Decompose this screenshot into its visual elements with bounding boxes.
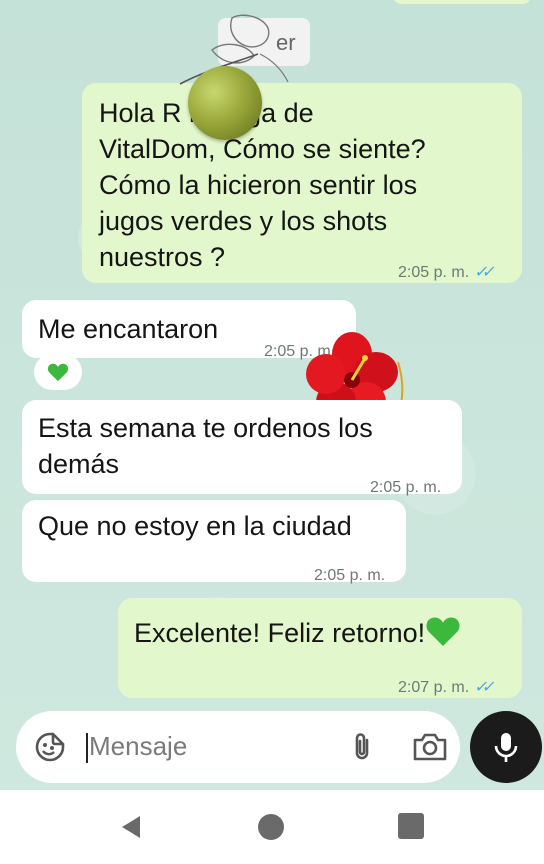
message-meta: 2:05 p. m. ✓✓ — [398, 255, 492, 291]
back-icon[interactable] — [118, 814, 144, 840]
message-time: 2:07 p. m. — [398, 679, 470, 696]
message-time: 2:05 p. m. — [314, 567, 386, 584]
message-incoming-order[interactable]: Esta semana te ordenos los demás 2:05 p.… — [22, 400, 462, 496]
camera-icon[interactable] — [412, 731, 448, 763]
message-time: 2:05 p. m. — [398, 264, 470, 281]
message-input[interactable]: Mensaje — [89, 731, 187, 762]
reaction-green-heart[interactable] — [34, 354, 82, 390]
message-text: Hola R n! Olga de VitalDom, Cómo se sien… — [99, 98, 426, 272]
attach-icon[interactable] — [346, 731, 378, 763]
mic-icon — [494, 733, 518, 762]
message-composer[interactable]: Mensaje — [16, 711, 460, 783]
message-outgoing-reply[interactable]: Excelente! Feliz retorno! 2:07 p. m. ✓✓ — [118, 598, 522, 698]
previous-message-edge — [392, 0, 532, 4]
message-outgoing-greeting[interactable]: Hola R n! Olga de VitalDom, Cómo se sien… — [82, 83, 522, 283]
green-heart-icon — [426, 617, 460, 646]
home-icon[interactable] — [258, 814, 284, 840]
message-text: Me encantaron — [38, 314, 219, 344]
green-heart-icon — [47, 363, 69, 382]
mic-button[interactable] — [470, 711, 542, 783]
recents-icon[interactable] — [398, 813, 424, 839]
message-text-content: Excelente! Feliz retorno! — [134, 618, 426, 648]
apple-sticker — [188, 66, 262, 140]
text-cursor — [86, 733, 88, 763]
message-meta: 2:05 p. m. — [314, 558, 385, 594]
sticker-icon[interactable] — [34, 731, 66, 763]
message-text: Excelente! Feliz retorno! — [134, 614, 461, 651]
message-meta: 2:07 p. m. ✓✓ — [398, 670, 492, 706]
message-text: Que no estoy en la ciudad — [38, 511, 352, 541]
message-incoming-away[interactable]: Que no estoy en la ciudad 2:05 p. m. — [22, 500, 406, 584]
